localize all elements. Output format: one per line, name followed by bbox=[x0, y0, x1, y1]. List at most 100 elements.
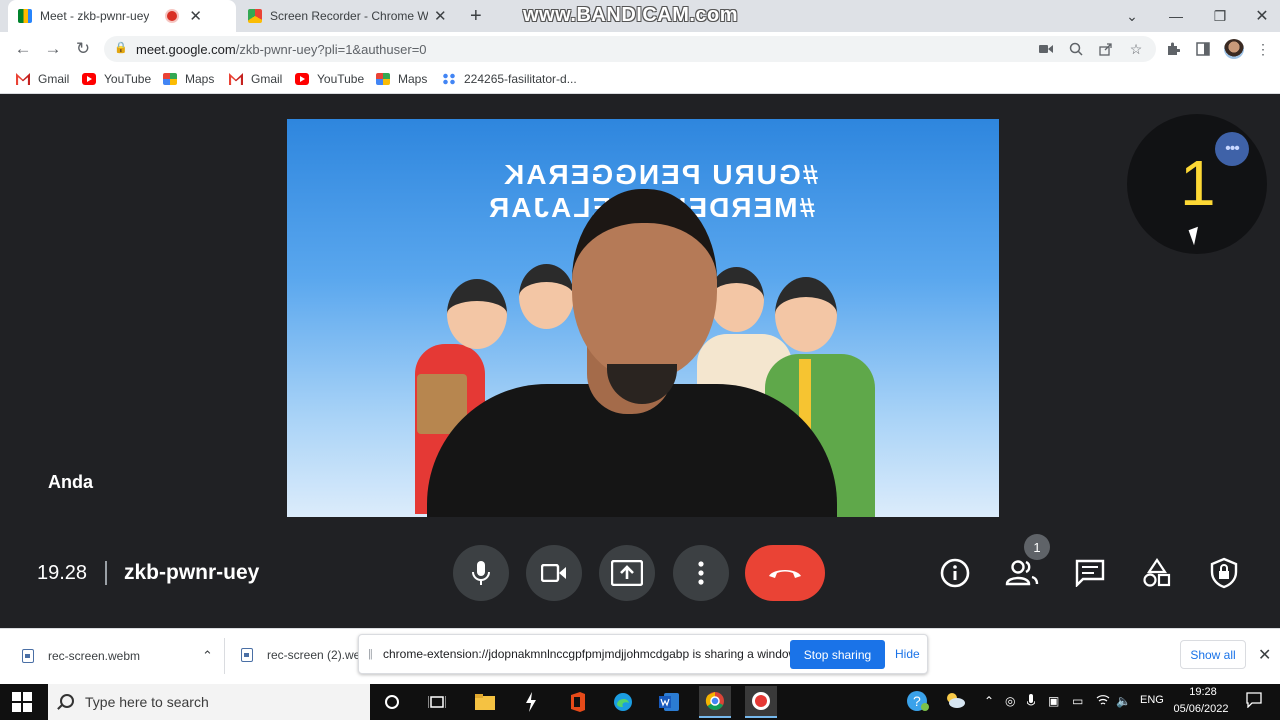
lock-icon[interactable]: 🔒 bbox=[114, 41, 128, 54]
self-name-label: Anda bbox=[48, 472, 93, 492]
microphone-button[interactable] bbox=[453, 545, 509, 601]
tab-meet[interactable]: Meet - zkb-pwnr-uey ✕ bbox=[8, 0, 236, 32]
restore-button[interactable]: ❐ bbox=[1198, 0, 1242, 32]
recording-icon bbox=[167, 11, 178, 21]
illustration-character bbox=[519, 264, 574, 329]
illustration-character bbox=[775, 277, 837, 352]
meeting-details-button[interactable] bbox=[937, 555, 973, 591]
video-file-icon bbox=[241, 648, 253, 662]
chrome-icon[interactable] bbox=[699, 686, 731, 718]
notifications-icon[interactable] bbox=[1246, 692, 1262, 711]
close-tab-icon[interactable]: ✕ bbox=[434, 7, 447, 25]
hang-up-icon bbox=[769, 570, 801, 578]
bookmark-label: Maps bbox=[398, 72, 428, 86]
wifi-icon[interactable] bbox=[1096, 694, 1110, 709]
taskbar-time[interactable]: 19:28 bbox=[1175, 686, 1231, 698]
bookmark-gmail[interactable]: Gmail bbox=[16, 71, 69, 87]
share-icon[interactable] bbox=[1096, 39, 1116, 59]
video-camera-icon bbox=[541, 564, 566, 582]
illustration-character bbox=[447, 279, 507, 349]
activities-button[interactable] bbox=[1139, 555, 1175, 591]
close-tab-icon[interactable]: ✕ bbox=[189, 7, 202, 25]
tab-title: Screen Recorder - Chrome Web S bbox=[270, 9, 428, 23]
download-filename: rec-screen (2).we bbox=[267, 648, 361, 662]
meet-present-tray-icon[interactable]: ▣ bbox=[1048, 694, 1059, 708]
bookmark-fasilitator[interactable]: 224265-fasilitator-d... bbox=[442, 71, 577, 87]
meet-icon bbox=[18, 9, 32, 23]
camera-icon[interactable] bbox=[1036, 39, 1056, 59]
chrome-web-store-icon bbox=[248, 9, 262, 23]
tray-app-icon[interactable]: ◎ bbox=[1005, 694, 1015, 708]
volume-icon[interactable]: 🔈 bbox=[1116, 694, 1131, 708]
shield-lock-icon bbox=[1210, 557, 1238, 589]
extensions-icon[interactable] bbox=[1163, 39, 1183, 59]
microphone-tray-icon[interactable] bbox=[1026, 694, 1036, 711]
taskbar-date[interactable]: 05/06/2022 bbox=[1170, 703, 1232, 715]
tab-search-icon[interactable]: ⌄ bbox=[1110, 0, 1154, 32]
bookmark-gmail[interactable]: Gmail bbox=[229, 71, 282, 87]
back-button[interactable]: ← bbox=[12, 38, 34, 60]
bookmark-maps[interactable]: Maps bbox=[163, 71, 214, 87]
close-window-button[interactable]: ✕ bbox=[1240, 0, 1280, 32]
reload-button[interactable]: ↻ bbox=[72, 38, 94, 60]
tab-title: Meet - zkb-pwnr-uey bbox=[40, 9, 150, 23]
self-video-tile: #GURU PENGGERAK #MERDEKA BELAJAR bbox=[287, 119, 999, 517]
chevron-up-icon[interactable]: ⌃ bbox=[202, 648, 213, 664]
download-item[interactable]: rec-screen.webm ⌃ bbox=[22, 648, 213, 664]
drag-handle-icon[interactable]: || bbox=[368, 648, 373, 660]
chat-button[interactable] bbox=[1072, 555, 1108, 591]
bandicam-icon[interactable] bbox=[745, 686, 777, 718]
minimize-button[interactable]: — bbox=[1154, 0, 1198, 32]
windows-start-icon[interactable] bbox=[12, 692, 32, 712]
forward-button[interactable]: → bbox=[42, 38, 64, 60]
help-icon[interactable]: ? bbox=[906, 690, 930, 715]
edge-icon[interactable] bbox=[607, 686, 639, 718]
close-downloads-icon[interactable]: ✕ bbox=[1258, 645, 1271, 665]
side-panel-icon[interactable] bbox=[1193, 39, 1213, 59]
people-button[interactable] bbox=[1004, 555, 1040, 591]
bookmark-maps[interactable]: Maps bbox=[376, 71, 427, 87]
task-view-icon[interactable] bbox=[421, 686, 453, 718]
weather-icon[interactable] bbox=[944, 692, 966, 711]
participant-head bbox=[572, 189, 717, 379]
word-icon[interactable] bbox=[653, 686, 685, 718]
bookmark-label: Gmail bbox=[251, 72, 283, 86]
bookmark-youtube[interactable]: YouTube bbox=[295, 71, 364, 87]
activities-icon bbox=[1143, 558, 1171, 587]
new-tab-button[interactable]: + bbox=[470, 5, 482, 28]
app-icon[interactable] bbox=[515, 686, 547, 718]
menu-icon[interactable]: ⋮ bbox=[1253, 39, 1273, 59]
show-hidden-icons-icon[interactable]: ⌃ bbox=[984, 694, 994, 708]
search-icon bbox=[60, 694, 74, 708]
zoom-icon[interactable] bbox=[1066, 39, 1086, 59]
youtube-icon bbox=[82, 73, 96, 85]
present-button[interactable] bbox=[599, 545, 655, 601]
file-explorer-icon[interactable] bbox=[469, 686, 501, 718]
tab-screen-recorder[interactable]: Screen Recorder - Chrome Web S ✕ bbox=[238, 0, 458, 32]
app-icon bbox=[442, 73, 456, 85]
office-icon[interactable] bbox=[561, 686, 593, 718]
gmail-icon bbox=[16, 73, 30, 85]
language-indicator[interactable]: ENG bbox=[1140, 694, 1164, 706]
bookmark-label: YouTube bbox=[104, 72, 152, 86]
download-item[interactable]: rec-screen (2).we bbox=[241, 648, 360, 662]
stop-sharing-button[interactable]: Stop sharing bbox=[790, 640, 885, 669]
leave-call-button[interactable] bbox=[745, 545, 825, 601]
bookmark-star-icon[interactable]: ☆ bbox=[1126, 39, 1146, 59]
chat-icon bbox=[1075, 559, 1105, 587]
url-text[interactable]: meet.google.com/zkb-pwnr-uey?pli=1&authu… bbox=[136, 42, 427, 57]
camera-button[interactable] bbox=[526, 545, 582, 601]
bookmark-youtube[interactable]: YouTube bbox=[82, 71, 151, 87]
more-options-button[interactable] bbox=[673, 545, 729, 601]
svg-text:?: ? bbox=[913, 693, 921, 709]
profile-avatar[interactable] bbox=[1224, 39, 1244, 59]
sharing-message: chrome-extension://jdopnakmnlnccgpfpmjmd… bbox=[383, 647, 800, 661]
battery-icon[interactable]: ▭ bbox=[1072, 694, 1083, 708]
hide-button[interactable]: Hide bbox=[895, 647, 920, 661]
present-screen-icon bbox=[611, 560, 643, 586]
show-all-button[interactable]: Show all bbox=[1180, 640, 1246, 669]
more-options-icon[interactable]: ••• bbox=[1215, 132, 1249, 166]
cortana-icon[interactable] bbox=[376, 686, 408, 718]
download-filename: rec-screen.webm bbox=[48, 649, 141, 663]
host-controls-button[interactable] bbox=[1206, 555, 1242, 591]
